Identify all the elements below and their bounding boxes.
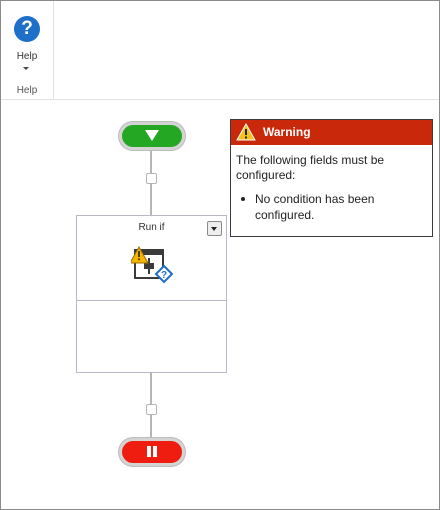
ribbon: ? Help Help — [1, 1, 439, 100]
run-if-activity-icon: ? — [131, 245, 174, 284]
warning-message: The following fields must be configured: — [236, 153, 385, 182]
warning-title: Warning — [263, 125, 311, 139]
workflow-end-node[interactable] — [119, 438, 185, 466]
run-if-activity[interactable]: Run if ? — [76, 215, 227, 373]
question-mark-icon: ? — [14, 16, 40, 42]
workflow-start-node[interactable] — [119, 122, 185, 150]
help-button[interactable]: ? Help — [5, 5, 49, 77]
run-if-activity-header[interactable]: Run if ? — [77, 216, 226, 301]
stop-icon — [147, 446, 157, 457]
chevron-down-icon — [23, 67, 29, 70]
designer-window: ? Help Help Run if ? Warning The followi… — [0, 0, 440, 510]
ribbon-group-label: Help — [16, 85, 38, 96]
svg-text:?: ? — [161, 270, 167, 281]
warning-callout: Warning The following fields must be con… — [230, 119, 433, 237]
activity-title: Run if — [138, 222, 165, 233]
activity-menu-dropdown[interactable] — [207, 221, 222, 236]
drop-point[interactable] — [146, 404, 157, 415]
warning-list-item: No condition has been configured. — [255, 192, 375, 222]
drop-point[interactable] — [146, 173, 157, 184]
bullet — [241, 197, 245, 201]
warning-header: Warning — [231, 120, 432, 145]
help-button-label: Help — [16, 51, 38, 62]
warning-icon — [236, 123, 256, 141]
ribbon-group-help: ? Help Help — [1, 1, 54, 99]
triangle-down-icon — [145, 130, 159, 141]
